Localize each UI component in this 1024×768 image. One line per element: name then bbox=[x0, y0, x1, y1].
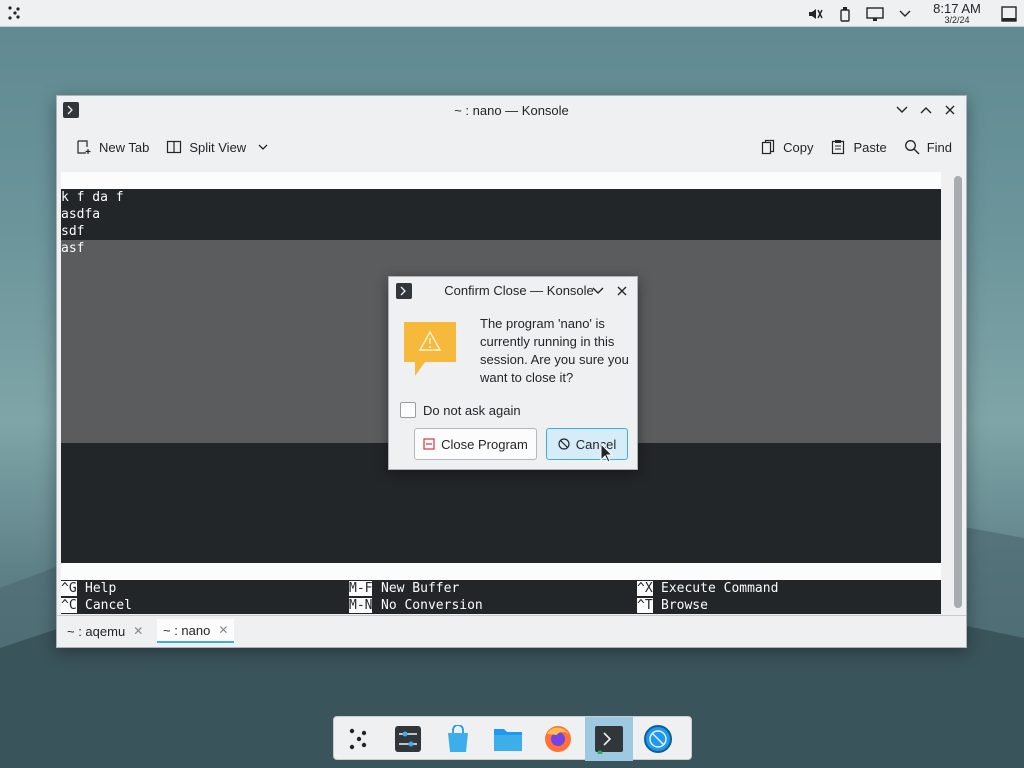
copy-icon bbox=[759, 138, 777, 156]
shortcut-key: ^C bbox=[61, 598, 77, 613]
search-icon bbox=[903, 138, 921, 156]
top-panel: 8:17 AM 3/2/24 bbox=[0, 0, 1024, 27]
network-icon[interactable] bbox=[866, 5, 884, 23]
close-tab-icon[interactable]: ✕ bbox=[218, 623, 228, 637]
usb-drive-icon[interactable] bbox=[836, 5, 854, 23]
shortcut-item: ^C bbox=[61, 597, 77, 614]
nano-prompt-line[interactable]: File to insert [from ./]: d bbox=[61, 563, 941, 596]
buffer-line: sdf bbox=[61, 224, 85, 239]
digital-clock[interactable]: 8:17 AM 3/2/24 bbox=[926, 2, 988, 25]
tab-nano[interactable]: ~ : nano ✕ bbox=[157, 619, 235, 643]
close-window-icon bbox=[423, 438, 435, 450]
nano-buffer-name: New Buffer * bbox=[477, 207, 571, 222]
chevron-down-icon[interactable] bbox=[896, 5, 914, 23]
shortcut-label: New Buffer bbox=[381, 581, 460, 596]
tab-bar: ~ : aqemu ✕ ~ : nano ✕ bbox=[57, 615, 966, 647]
shortcut-key: M-F bbox=[349, 581, 373, 596]
nano-header-bar: GNU nano 7.2 New Buffer * bbox=[61, 172, 941, 222]
shortcut-key: ^G bbox=[61, 581, 77, 596]
close-tab-icon[interactable]: ✕ bbox=[133, 624, 143, 638]
find-label: Find bbox=[926, 139, 952, 155]
file-manager-icon[interactable] bbox=[492, 723, 524, 755]
copy-button[interactable]: Copy bbox=[751, 132, 821, 162]
split-view-icon bbox=[165, 138, 183, 156]
new-tab-button[interactable]: New Tab bbox=[67, 132, 157, 162]
shortcut-key: ^T bbox=[637, 598, 653, 613]
confirm-close-dialog: Confirm Close — Konsole The program 'nan… bbox=[388, 276, 638, 470]
warning-icon bbox=[403, 321, 457, 377]
tab-label: ~ : aqemu bbox=[67, 623, 126, 639]
shortcut-label: Browse bbox=[661, 598, 708, 613]
maximize-button[interactable] bbox=[914, 100, 938, 120]
shortcut-label: Help bbox=[85, 581, 117, 596]
paste-icon bbox=[829, 138, 847, 156]
tab-label: ~ : nano bbox=[163, 622, 211, 638]
close-window-button[interactable] bbox=[938, 100, 962, 120]
konsole-app-icon[interactable] bbox=[63, 102, 79, 118]
window-title: ~ : nano — Konsole bbox=[454, 102, 569, 118]
tab-aqemu[interactable]: ~ : aqemu ✕ bbox=[61, 619, 149, 643]
dialog-menu-button[interactable] bbox=[586, 281, 610, 301]
show-desktop-icon[interactable] bbox=[1000, 5, 1018, 23]
scrollbar-thumb[interactable] bbox=[954, 176, 962, 608]
system-tray: 8:17 AM 3/2/24 bbox=[800, 0, 1024, 27]
system-settings-icon[interactable] bbox=[392, 723, 424, 755]
close-dialog-button[interactable] bbox=[610, 281, 634, 301]
close-program-button[interactable]: Close Program bbox=[414, 428, 537, 460]
mouse-pointer-icon bbox=[600, 442, 614, 463]
checkbox-box[interactable] bbox=[400, 402, 416, 418]
find-button[interactable]: Find bbox=[895, 132, 960, 162]
shortcut-item: ^X bbox=[637, 580, 653, 597]
paste-label: Paste bbox=[853, 139, 887, 155]
checkbox-label: Do not ask again bbox=[423, 402, 521, 418]
dialog-titlebar[interactable]: Confirm Close — Konsole bbox=[389, 277, 637, 304]
konsole-icon[interactable] bbox=[585, 717, 633, 761]
split-view-button[interactable]: Split View bbox=[157, 132, 280, 162]
do-not-ask-again-checkbox[interactable]: Do not ask again bbox=[400, 402, 521, 418]
shortcut-label: No Conversion bbox=[381, 598, 483, 613]
terminal-scrollbar[interactable] bbox=[954, 176, 962, 608]
chevron-down-icon bbox=[254, 138, 272, 156]
shortcut-key: M-N bbox=[349, 598, 373, 613]
buffer-line: asdfa bbox=[61, 207, 101, 222]
shortcut-item: ^T bbox=[637, 597, 653, 614]
buffer-line: k f da f bbox=[61, 190, 124, 205]
dialog-message: The program 'nano' is currently running … bbox=[480, 316, 629, 385]
muted-speaker-icon[interactable] bbox=[806, 5, 824, 23]
cancel-button[interactable]: Cancel bbox=[546, 428, 628, 460]
clock-time: 8:17 AM bbox=[933, 1, 981, 16]
konsole-app-icon bbox=[396, 283, 412, 299]
new-tab-label: New Tab bbox=[99, 139, 150, 155]
cancel-icon bbox=[558, 438, 570, 450]
application-launcher-icon[interactable] bbox=[342, 723, 374, 755]
split-view-label: Split View bbox=[189, 139, 247, 155]
minimize-button[interactable] bbox=[890, 100, 914, 120]
shortcut-item: M-F bbox=[349, 580, 373, 597]
shortcut-item: ^G bbox=[61, 580, 77, 597]
copy-label: Copy bbox=[783, 139, 814, 155]
window-titlebar[interactable]: ~ : nano — Konsole bbox=[57, 96, 966, 124]
shortcut-item: M-N bbox=[349, 597, 373, 614]
konsole-toolbar: New Tab Split View Copy Paste Find bbox=[57, 124, 966, 170]
discover-store-icon[interactable] bbox=[442, 723, 474, 755]
paste-button[interactable]: Paste bbox=[821, 132, 894, 162]
buffer-line: asf bbox=[61, 241, 85, 256]
taskbar bbox=[333, 716, 692, 761]
text-cursor bbox=[320, 581, 329, 596]
shortcut-key: ^X bbox=[637, 581, 653, 596]
firefox-icon[interactable] bbox=[542, 723, 574, 755]
close-program-label: Close Program bbox=[441, 436, 528, 452]
browser-globe-icon[interactable] bbox=[642, 723, 674, 755]
application-launcher-icon[interactable] bbox=[6, 5, 22, 21]
clock-date: 3/2/24 bbox=[944, 15, 970, 25]
nano-prompt-text: File to insert [from ./]: d bbox=[107, 581, 320, 596]
new-tab-icon bbox=[75, 138, 93, 156]
shortcut-label: Execute Command bbox=[661, 581, 779, 596]
shortcut-label: Cancel bbox=[85, 598, 132, 613]
